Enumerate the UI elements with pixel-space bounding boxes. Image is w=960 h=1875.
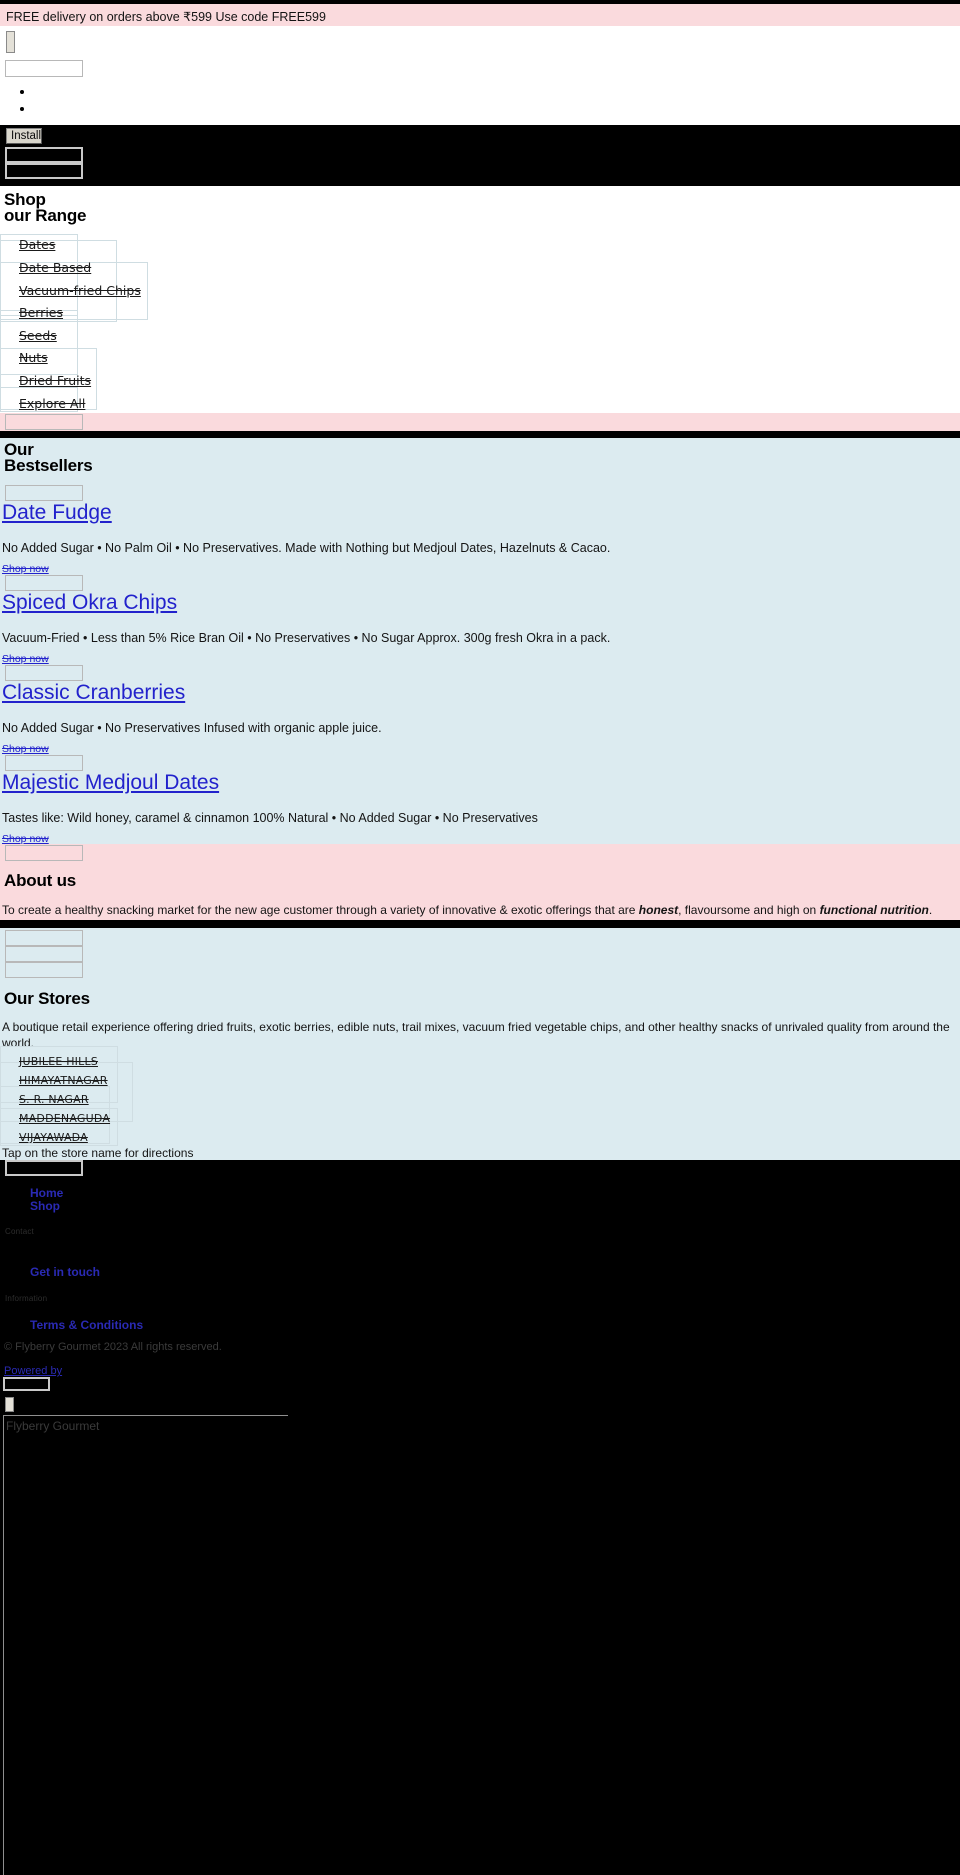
- hero-slide-placeholder-1[interactable]: [5, 147, 83, 163]
- category-link-seeds[interactable]: Seeds: [19, 329, 57, 343]
- store-link-maddenaguda[interactable]: MADDENAGUDA: [19, 1112, 110, 1125]
- shop-now-link[interactable]: Shop now: [2, 563, 49, 575]
- category-link-dates[interactable]: Dates: [19, 238, 55, 252]
- product-title-classic-cranberries[interactable]: Classic Cranberries: [2, 682, 185, 704]
- search-input[interactable]: [5, 60, 83, 77]
- hero-slide-placeholder-2[interactable]: [5, 163, 83, 179]
- product-description: No Added Sugar • No Palm Oil • No Preser…: [2, 541, 611, 555]
- footer-link-shop[interactable]: Shop: [30, 1199, 60, 1213]
- header-nav-item[interactable]: [34, 84, 234, 101]
- shop-now-link[interactable]: Shop now: [2, 653, 49, 665]
- footer-copyright: © Flyberry Gourmet 2023 All rights reser…: [4, 1341, 222, 1353]
- store-link-himayatnagar[interactable]: HIMAYATNAGAR: [19, 1074, 108, 1087]
- store-gallery-image[interactable]: [5, 930, 83, 946]
- logo-image[interactable]: [6, 31, 15, 53]
- product-image[interactable]: [5, 755, 83, 771]
- about-text: To create a healthy snacking market for …: [2, 902, 958, 918]
- shop-range-footer-placeholder[interactable]: [5, 414, 83, 430]
- bestsellers-heading: Our Bestsellers: [4, 441, 93, 475]
- footer-link-home[interactable]: Home: [30, 1186, 63, 1200]
- category-link-dried-fruits[interactable]: Dried Fruits: [19, 374, 91, 388]
- footer-powered-by-logo[interactable]: [3, 1377, 50, 1391]
- shop-now-link[interactable]: Shop now: [2, 743, 49, 755]
- footer-logo-placeholder[interactable]: [5, 1160, 83, 1176]
- category-link-berries[interactable]: Berries: [19, 306, 63, 320]
- product-description: Vacuum-Fried • Less than 5% Rice Bran Oi…: [2, 631, 611, 645]
- store-gallery-image[interactable]: [5, 962, 83, 978]
- category-link-vacuum-fried-chips[interactable]: Vacuum-fried Chips: [19, 284, 141, 298]
- product-description: No Added Sugar • No Preservatives Infuse…: [2, 721, 382, 735]
- shop-range-heading: Shop our Range: [4, 191, 87, 225]
- category-link-explore-all[interactable]: Explore All: [19, 397, 85, 411]
- store-link-sr-nagar[interactable]: S. R. NAGAR: [19, 1093, 89, 1106]
- footer-heading-information: Information: [5, 1294, 48, 1303]
- header-nav-item[interactable]: [34, 101, 234, 118]
- install-button[interactable]: Install: [6, 128, 42, 144]
- about-text-part3: .: [928, 903, 933, 917]
- about-text-part1: To create a healthy snacking market for …: [2, 903, 639, 917]
- bestsellers-heading-line2: Bestsellers: [4, 455, 93, 475]
- product-image[interactable]: [5, 485, 83, 501]
- about-image[interactable]: [5, 845, 83, 861]
- footer-panel-edge: [3, 1415, 4, 1875]
- about-emphasis-honest: honest: [638, 903, 679, 917]
- about-heading: About us: [4, 871, 77, 890]
- stores-note: Tap on the store name for directions: [2, 1146, 194, 1160]
- store-gallery-image[interactable]: [5, 946, 83, 962]
- footer-divider: [3, 1415, 288, 1416]
- stores-heading: Our Stores: [4, 989, 90, 1008]
- shop-range-footer-strip: [0, 413, 960, 431]
- product-image[interactable]: [5, 575, 83, 591]
- header-nav-list: [0, 84, 234, 118]
- about-text-part2: , flavoursome and high on: [678, 903, 820, 917]
- product-image[interactable]: [5, 665, 83, 681]
- product-title-date-fudge[interactable]: Date Fudge: [2, 502, 112, 524]
- store-link-vijayawada[interactable]: VIJAYAWADA: [19, 1131, 88, 1144]
- product-title-spiced-okra-chips[interactable]: Spiced Okra Chips: [2, 592, 177, 614]
- product-description: Tastes like: Wild honey, caramel & cinna…: [2, 811, 538, 825]
- product-title-majestic-medjoul-dates[interactable]: Majestic Medjoul Dates: [2, 772, 219, 794]
- footer-link-terms-conditions[interactable]: Terms & Conditions: [30, 1318, 143, 1332]
- footer-link-get-in-touch[interactable]: Get in touch: [30, 1265, 100, 1279]
- promo-banner-text: FREE delivery on orders above ₹599 Use c…: [6, 10, 326, 24]
- stores-description: A boutique retail experience offering dr…: [2, 1020, 950, 1050]
- category-link-nuts[interactable]: Nuts: [19, 351, 48, 365]
- about-emphasis-functional-nutrition: functional nutrition: [819, 903, 929, 917]
- category-link-date-based[interactable]: Date Based: [19, 261, 91, 275]
- footer-brand-name: Flyberry Gourmet: [6, 1419, 100, 1433]
- site-footer: [0, 1160, 960, 1875]
- shop-range-heading-line2: our Range: [4, 205, 87, 225]
- footer-badge-icon: [5, 1397, 14, 1412]
- footer-heading-contact: Contact: [5, 1227, 34, 1236]
- store-link-jubilee-hills[interactable]: JUBILEE HILLS: [19, 1055, 98, 1068]
